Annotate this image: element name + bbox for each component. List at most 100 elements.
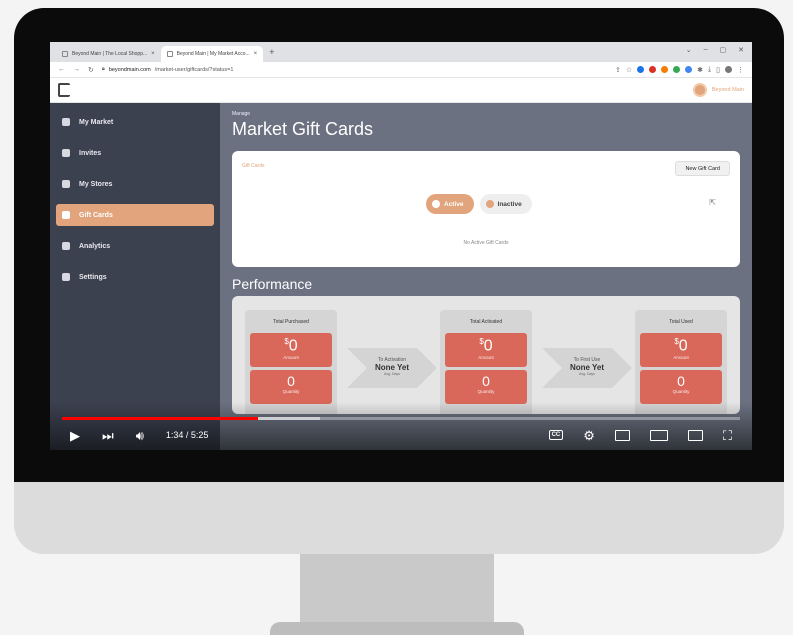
sidebar-item-my-stores[interactable]: My Stores <box>56 173 214 195</box>
quantity-label: Quantity <box>672 389 690 394</box>
player-right-controls: CC ⚙ ⛶ <box>548 429 732 442</box>
url-path: /market-user/giftcards/?status=1 <box>154 66 234 73</box>
sidebar-item-invites[interactable]: Invites <box>56 142 214 164</box>
amount-tile: $0 Amount <box>445 333 527 367</box>
sidebar-item-analytics[interactable]: Analytics <box>56 235 214 257</box>
bookmark-star-icon[interactable]: ☆ <box>626 66 632 74</box>
quantity-label: Quantity <box>477 389 495 394</box>
active-filter-button[interactable]: Active <box>426 194 474 214</box>
monitor-mockup: Beyond Main | The Local Shopp... × Beyon… <box>0 0 793 635</box>
monitor-stand-base <box>270 622 524 635</box>
url-host: beyondmain.com <box>108 66 151 73</box>
time-display: 1:34 / 5:25 <box>165 430 209 440</box>
download-icon[interactable]: ⤓ <box>708 66 711 74</box>
sidebar-item-label: My Market <box>79 118 114 126</box>
sidebar-item-label: My Stores <box>79 180 113 188</box>
quantity-tile: 0 Quantity <box>250 370 332 404</box>
browser-toolbar: ← → ↻ 🔒︎ beyondmain.com/market-user/gift… <box>50 62 752 78</box>
breadcrumb: Manage <box>232 111 251 117</box>
cast-icon[interactable] <box>687 429 703 441</box>
inactive-filter-button[interactable]: Inactive <box>479 194 532 214</box>
browser-tab-active[interactable]: Beyond Main | My Market Acco... × <box>160 46 264 62</box>
volume-icon[interactable]: 🔊︎ <box>136 429 144 442</box>
address-bar[interactable]: 🔒︎ beyondmain.com/market-user/giftcards/… <box>102 64 607 75</box>
tab-close-icon[interactable]: × <box>254 51 258 57</box>
captions-button[interactable]: CC <box>548 430 564 440</box>
kebab-menu-icon[interactable]: ⋮ <box>737 66 744 74</box>
tab-close-icon[interactable]: × <box>151 51 155 57</box>
amount-label: Amount <box>283 355 299 361</box>
stat-header: Total Used <box>669 319 693 325</box>
extension-icon[interactable] <box>673 66 681 73</box>
user-name: Beyond Main <box>711 87 744 93</box>
arrow-value: None Yet <box>569 363 605 372</box>
lock-icon: 🔒︎ <box>101 66 105 72</box>
mouse-cursor-icon: ⇱ <box>709 198 716 207</box>
player-control-row: ▶ ⏭︎ 🔊︎ 1:34 / 5:25 CC ⚙ ⛶ <box>50 424 752 446</box>
theater-mode-icon[interactable] <box>649 429 668 441</box>
fullscreen-icon[interactable]: ⛶ <box>723 429 732 442</box>
extension-icon[interactable] <box>661 66 669 73</box>
new-tab-button[interactable]: + <box>269 47 274 57</box>
quantity-label: Quantity <box>282 389 300 394</box>
sidebar-item-settings[interactable]: Settings <box>56 266 214 288</box>
tab-search-icon[interactable]: ⌄ <box>686 46 692 54</box>
quantity-value: 0 <box>677 373 685 389</box>
gift-card-icon <box>62 211 70 219</box>
empty-state-text: No Active Gift Cards <box>463 240 509 246</box>
extension-icon[interactable] <box>637 66 645 73</box>
brand-logo-icon[interactable] <box>58 83 70 97</box>
miniplayer-icon[interactable] <box>614 429 630 441</box>
settings-gear-icon[interactable]: ⚙ <box>583 429 595 442</box>
browser-tab[interactable]: Beyond Main | The Local Shopp... × <box>56 46 161 62</box>
extension-icon[interactable] <box>685 66 693 73</box>
sidebar-panel-icon[interactable]: ▯ <box>716 66 720 74</box>
progress-bar[interactable] <box>62 417 740 420</box>
amount-label: Amount <box>478 355 494 361</box>
screen: Beyond Main | The Local Shopp... × Beyon… <box>50 42 752 450</box>
user-menu[interactable]: Beyond Main <box>692 83 744 97</box>
amount-value: 0 <box>483 337 493 355</box>
back-arrow-icon[interactable]: ← <box>58 66 65 73</box>
activation-arrow: To Activation None Yet Avg. Days <box>347 348 437 388</box>
performance-heading: Performance <box>232 276 313 292</box>
sidebar-item-my-market[interactable]: My Market <box>56 111 214 133</box>
extension-icon[interactable] <box>649 66 657 73</box>
first-use-arrow: To First Use None Yet Avg. Days <box>542 348 632 388</box>
sidebar-item-label: Gift Cards <box>79 211 113 219</box>
gift-cards-panel: Gift Cards New Gift Card Active Inactive… <box>232 151 740 267</box>
amount-tile: $0 Amount <box>250 333 332 367</box>
home-icon <box>62 118 70 126</box>
played-bar <box>62 417 258 420</box>
main-content: Manage Market Gift Cards Gift Cards New … <box>220 103 752 450</box>
minimize-button[interactable]: – <box>704 46 708 54</box>
close-window-button[interactable]: ✕ <box>738 46 744 54</box>
next-icon[interactable]: ⏭︎ <box>102 429 114 442</box>
quantity-value: 0 <box>482 373 490 389</box>
new-gift-card-button[interactable]: New Gift Card <box>675 161 730 176</box>
share-icon[interactable]: ⇪ <box>615 66 621 74</box>
tab-label: Beyond Main | My Market Acco... <box>176 51 250 57</box>
stat-column-used: Total Used $0 Amount 0 Quantity <box>635 310 727 414</box>
sidebar-item-label: Analytics <box>79 242 111 250</box>
profile-avatar-icon[interactable] <box>725 66 732 73</box>
reload-icon[interactable]: ↻ <box>88 66 94 74</box>
sidebar: My Market Invites My Stores Gift Cards A… <box>50 103 220 450</box>
arrow-subtext: Avg. Days <box>579 372 595 376</box>
quantity-value: 0 <box>287 373 295 389</box>
puzzle-icon[interactable]: ✱ <box>697 66 703 74</box>
forward-arrow-icon[interactable]: → <box>73 66 80 73</box>
quantity-tile: 0 Quantity <box>640 370 722 404</box>
play-icon[interactable]: ▶ <box>70 429 80 442</box>
maximize-button[interactable]: ▢ <box>720 46 727 54</box>
video-player-controls: ▶ ⏭︎ 🔊︎ 1:34 / 5:25 CC ⚙ ⛶ <box>50 402 752 450</box>
arrow-value: None Yet <box>374 363 410 372</box>
stat-header: Total Activated <box>469 319 503 325</box>
thumbs-down-icon <box>485 200 494 208</box>
app-header: Beyond Main <box>50 78 752 103</box>
sidebar-item-label: Settings <box>79 273 107 281</box>
favicon-icon <box>62 51 68 57</box>
stat-column-purchased: Total Purchased $0 Amount 0 Quantity <box>245 310 337 414</box>
sidebar-item-gift-cards[interactable]: Gift Cards <box>56 204 214 226</box>
stat-header: Total Purchased <box>273 319 309 325</box>
